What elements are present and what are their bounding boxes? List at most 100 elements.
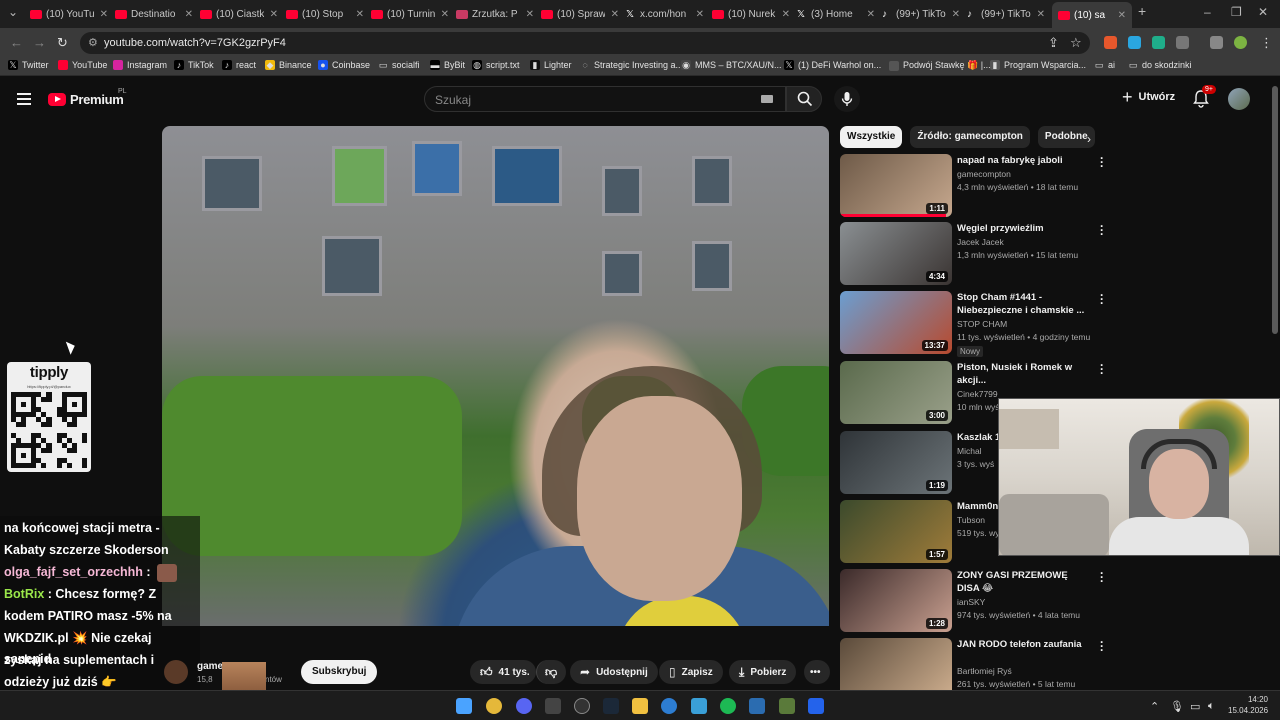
- notifications-button[interactable]: 9+: [1193, 85, 1216, 108]
- browser-tab[interactable]: 𝕏 (3) Home ✕: [797, 4, 875, 24]
- account-avatar[interactable]: [1228, 88, 1250, 110]
- bookmark-item[interactable]: ▭ socialfi: [378, 60, 420, 70]
- video-thumbnail[interactable]: 1:11: [840, 154, 952, 217]
- tab-close-icon[interactable]: ✕: [611, 9, 619, 20]
- chevron-right-icon[interactable]: ›: [1087, 132, 1091, 146]
- spotify-icon[interactable]: [720, 698, 736, 714]
- channel-name[interactable]: game: [197, 661, 223, 672]
- file-explorer-icon[interactable]: [632, 698, 648, 714]
- app-icon[interactable]: [691, 698, 707, 714]
- browser-tab[interactable]: (10) Turnin ✕: [371, 4, 449, 24]
- system-clock[interactable]: 14:20 15.04.2026: [1228, 694, 1268, 716]
- video-channel[interactable]: STOP CHAM: [957, 319, 1007, 329]
- more-actions-button[interactable]: •••: [804, 660, 830, 684]
- video-channel[interactable]: gamecompton: [957, 169, 1011, 179]
- extensions-puzzle-icon[interactable]: [1176, 36, 1189, 49]
- volume-icon[interactable]: 🔈︎: [1208, 700, 1215, 713]
- recommended-video[interactable]: 1:28 ZONY GASI PRZEMOWĘ DISA 😂 ianSKY 974 t…: [840, 567, 1112, 633]
- search-button[interactable]: [786, 86, 822, 112]
- bookmark-item[interactable]: ▭ ai: [1094, 60, 1115, 70]
- voice-search-button[interactable]: [834, 86, 860, 112]
- video-channel[interactable]: Cinek7799: [957, 389, 998, 399]
- profile-avatar-icon[interactable]: [1234, 36, 1247, 49]
- site-info-icon[interactable]: ⚙: [88, 36, 98, 49]
- save-button[interactable]: ▯ Zapisz: [659, 660, 723, 684]
- video-thumbnail[interactable]: 13:37: [840, 291, 952, 354]
- bookmark-item[interactable]: ◆ Binance: [265, 60, 312, 70]
- tab-close-icon[interactable]: ✕: [1037, 9, 1045, 20]
- chip-all[interactable]: Wszystkie: [840, 126, 903, 148]
- tab-close-icon[interactable]: ✕: [526, 9, 534, 20]
- channel-avatar[interactable]: [164, 660, 188, 684]
- install-app-icon[interactable]: ⇪: [1048, 35, 1059, 51]
- minimize-icon[interactable]: –: [1204, 5, 1211, 19]
- app-icon[interactable]: [749, 698, 765, 714]
- video-title[interactable]: Węgiel przywieźlim: [957, 222, 1092, 235]
- bookmark-item[interactable]: ◉ MMS – BTC/XAU/N...: [681, 60, 782, 70]
- tab-close-icon[interactable]: ✕: [185, 9, 193, 20]
- search-input[interactable]: Szukaj: [424, 86, 786, 112]
- bookmark-item[interactable]: YouTube: [58, 60, 107, 70]
- bookmark-item[interactable]: ▮ Program Wsparcia...: [990, 60, 1086, 70]
- tab-close-icon[interactable]: ✕: [1118, 10, 1126, 21]
- bookmark-item[interactable]: ♪ TikTok: [174, 60, 214, 70]
- browser-tab[interactable]: (10) Ciastk ✕: [200, 4, 278, 24]
- obs-icon[interactable]: [574, 698, 590, 714]
- tab-close-icon[interactable]: ✕: [356, 9, 364, 20]
- keyboard-icon[interactable]: [761, 95, 773, 103]
- menu-icon[interactable]: [17, 93, 31, 105]
- more-vertical-icon[interactable]: ···: [1098, 220, 1106, 240]
- browser-tab[interactable]: Destinatio ✕: [115, 4, 193, 24]
- browser-tab[interactable]: (10) Stop ✕: [286, 4, 364, 24]
- discord-icon[interactable]: [516, 698, 532, 714]
- microphone-tray-icon[interactable]: 🎙︎: [1170, 700, 1184, 713]
- bookmark-item[interactable]: ▭ do skodzinki: [1128, 60, 1192, 70]
- video-channel[interactable]: Tubson: [957, 515, 985, 525]
- extension-icon[interactable]: [1128, 36, 1141, 49]
- tab-close-icon[interactable]: ✕: [270, 9, 278, 20]
- video-title[interactable]: ZONY GASI PRZEMOWĘ DISA 😂: [957, 569, 1092, 595]
- chip-source[interactable]: Źródło: gamecompton: [910, 126, 1030, 148]
- create-button[interactable]: + Utwórz: [1122, 88, 1175, 106]
- app-icon[interactable]: [545, 698, 561, 714]
- browser-tab[interactable]: (10) Nurek ✕: [712, 4, 790, 24]
- back-icon[interactable]: ←: [10, 35, 23, 50]
- bookmark-item[interactable]: ▬ ByBit: [430, 60, 465, 70]
- bookmark-item[interactable]: 𝕏 (1) DeFi Warhol on...: [784, 60, 881, 70]
- chrome-icon[interactable]: [486, 698, 502, 714]
- bookmark-item[interactable]: Instagram: [113, 60, 167, 70]
- steam-icon[interactable]: [603, 698, 619, 714]
- tab-close-icon[interactable]: ✕: [441, 9, 449, 20]
- video-channel[interactable]: Jacek Jacek: [957, 237, 1004, 247]
- video-title[interactable]: napad na fabrykę jaboli: [957, 154, 1092, 167]
- browser-tab[interactable]: ♪ (99+) TikTo ✕: [967, 4, 1045, 24]
- video-player[interactable]: [162, 126, 829, 626]
- bookmark-item[interactable]: ● Coinbase: [318, 60, 370, 70]
- close-window-icon[interactable]: ✕: [1258, 5, 1268, 19]
- video-thumbnail[interactable]: 3:00: [840, 361, 952, 424]
- dislike-button[interactable]: 👎︎: [536, 660, 566, 684]
- bookmark-item[interactable]: 𝕏 Twitter: [8, 60, 49, 70]
- video-title[interactable]: JAN RODO telefon zaufania: [957, 638, 1092, 651]
- browser-tab[interactable]: 𝕏x.com/hon ✕: [626, 4, 704, 24]
- recommended-video[interactable]: 4:34 Węgiel przywieźlim Jacek Jacek 1,3 mln…: [840, 220, 1112, 286]
- video-title[interactable]: Stop Cham #1441 - Niebezpieczne i chamsk…: [957, 291, 1092, 317]
- browser-tab[interactable]: (10) sa ✕: [1052, 2, 1132, 28]
- video-thumbnail[interactable]: 1:57: [840, 500, 952, 563]
- browser-tab[interactable]: (10) YouTu ✕: [30, 4, 108, 24]
- bookmark-item[interactable]: Podwój Stawkę 🎁 |...: [889, 60, 991, 71]
- share-button[interactable]: ➦ Udostępnij: [570, 660, 658, 684]
- bookmark-item[interactable]: ▮ Lighter: [530, 60, 572, 70]
- app-icon[interactable]: [779, 698, 795, 714]
- maximize-icon[interactable]: ❐: [1231, 5, 1242, 19]
- tray-chevron-icon[interactable]: ⌃: [1150, 700, 1159, 713]
- video-thumbnail[interactable]: 4:34: [840, 222, 952, 285]
- tab-search-icon[interactable]: ⌄: [8, 5, 18, 19]
- tab-close-icon[interactable]: ✕: [696, 9, 704, 20]
- page-scrollbar[interactable]: [1272, 86, 1278, 334]
- more-vertical-icon[interactable]: ···: [1098, 289, 1106, 309]
- more-vertical-icon[interactable]: ···: [1098, 636, 1106, 656]
- reload-icon[interactable]: ↻: [57, 35, 68, 51]
- browser-tab[interactable]: Zrzutka: P ✕: [456, 4, 534, 24]
- more-vertical-icon[interactable]: ···: [1098, 567, 1106, 587]
